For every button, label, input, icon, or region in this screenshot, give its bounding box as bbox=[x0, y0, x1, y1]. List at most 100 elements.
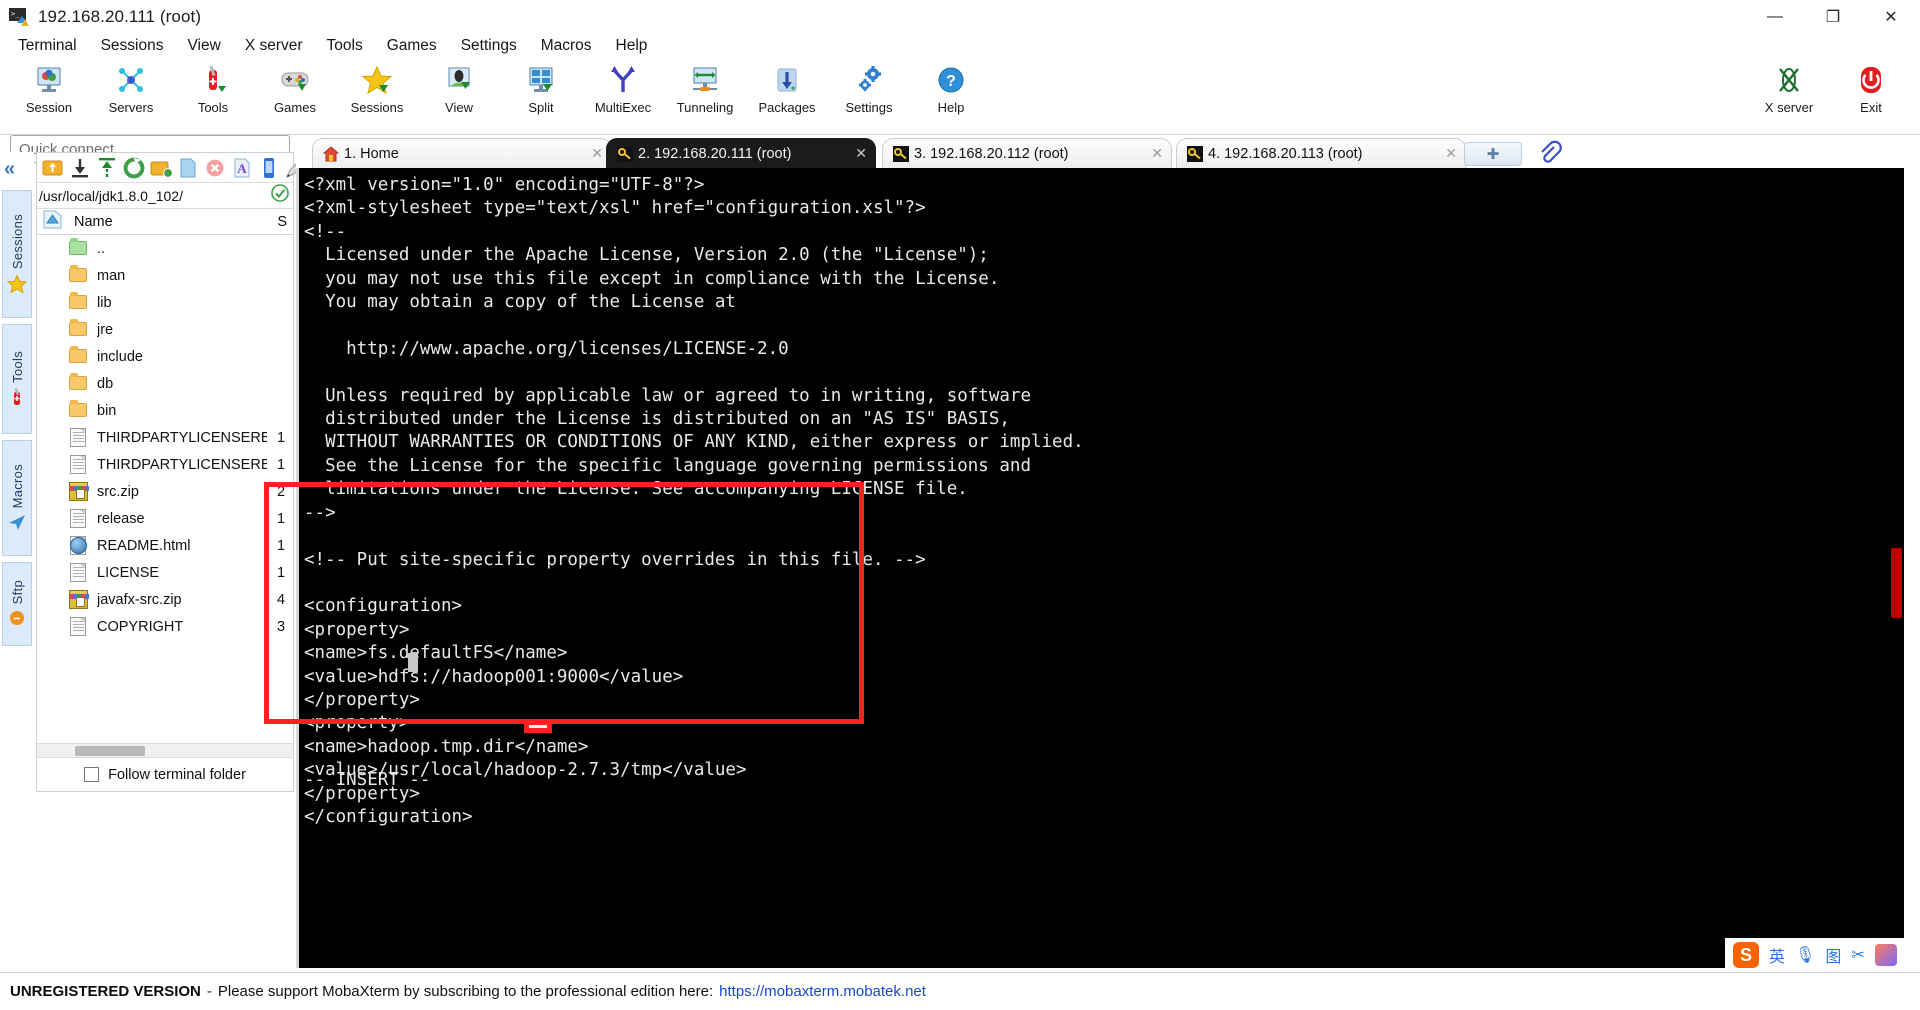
terminal-scrollbar-thumb[interactable] bbox=[1891, 548, 1902, 618]
paperclip-icon[interactable] bbox=[1536, 140, 1562, 166]
sftp-column-header[interactable]: Name S bbox=[37, 209, 293, 235]
follow-terminal-folder-label: Follow terminal folder bbox=[108, 766, 246, 783]
tab-1-home[interactable]: 1. Home ✕ bbox=[312, 138, 612, 168]
file-size: 4 bbox=[277, 591, 286, 608]
list-item[interactable]: LICENSE 1 bbox=[37, 559, 293, 586]
rail-tab-macros-label: Macros bbox=[9, 463, 25, 509]
rail-tab-tools[interactable]: Tools bbox=[2, 324, 32, 434]
file-name: README.html bbox=[97, 537, 191, 554]
toolbar-games-button[interactable]: Games bbox=[254, 58, 336, 115]
toolbar-tools-button[interactable]: Tools bbox=[172, 58, 254, 115]
list-item[interactable]: man bbox=[37, 262, 293, 289]
toolbar-tools-label: Tools bbox=[197, 100, 229, 115]
toolbar-settings-button[interactable]: Settings bbox=[828, 58, 910, 115]
list-item[interactable]: src.zip 2 bbox=[37, 478, 293, 505]
list-item[interactable]: README.html 1 bbox=[37, 532, 293, 559]
minimize-button[interactable]: — bbox=[1746, 0, 1804, 33]
toolbar-session-button[interactable]: Session bbox=[8, 58, 90, 115]
list-item[interactable]: .. bbox=[37, 235, 293, 262]
toolbar-exit-label: Exit bbox=[1860, 100, 1882, 115]
tab-3-192-168-20-112[interactable]: 3. 192.168.20.112 (root) ✕ bbox=[882, 138, 1172, 168]
toolbar-sessions-button[interactable]: Sessions bbox=[336, 58, 418, 115]
tab-2-192-168-20-111[interactable]: 2. 192.168.20.111 (root) ✕ bbox=[606, 138, 876, 168]
mobile-icon[interactable] bbox=[257, 156, 281, 180]
tab-2-label: 2. 192.168.20.111 (root) bbox=[638, 145, 792, 162]
list-item[interactable]: include bbox=[37, 343, 293, 370]
close-button[interactable]: ✕ bbox=[1862, 0, 1920, 33]
tab-4-close-icon[interactable]: ✕ bbox=[1445, 145, 1457, 162]
tab-1-close-icon[interactable]: ✕ bbox=[591, 145, 603, 162]
list-item[interactable]: THIRDPARTYLICENSEREAD... 1 bbox=[37, 424, 293, 451]
follow-terminal-folder-checkbox[interactable] bbox=[84, 767, 100, 782]
menu-sessions[interactable]: Sessions bbox=[89, 35, 176, 57]
list-item[interactable]: javafx-src.zip 4 bbox=[37, 586, 293, 613]
tab-2-close-icon[interactable]: ✕ bbox=[855, 145, 867, 162]
list-item[interactable]: db bbox=[37, 370, 293, 397]
toolbar-xserver-button[interactable]: X server bbox=[1748, 58, 1830, 115]
menu-view[interactable]: View bbox=[175, 35, 232, 57]
file-size: 1 bbox=[277, 537, 286, 554]
tab-3-close-icon[interactable]: ✕ bbox=[1151, 145, 1163, 162]
ime-language-english[interactable]: 英 bbox=[1769, 943, 1785, 967]
footer-link[interactable]: https://mobaxterm.mobatek.net bbox=[719, 983, 926, 1000]
menu-help[interactable]: Help bbox=[604, 35, 660, 57]
ime-apps-grid-icon[interactable] bbox=[1874, 944, 1897, 966]
rail-tab-sftp[interactable]: Sftp bbox=[2, 562, 32, 646]
list-item[interactable]: THIRDPARTYLICENSEREAD... 1 bbox=[37, 451, 293, 478]
upload-arrow-icon[interactable] bbox=[95, 156, 119, 180]
sftp-horizontal-scrollbar[interactable] bbox=[37, 743, 293, 757]
menu-xserver[interactable]: X server bbox=[233, 35, 315, 57]
rail-tab-sessions[interactable]: Sessions bbox=[2, 190, 32, 318]
folder-up-icon[interactable] bbox=[41, 156, 65, 180]
toolbar-multiexec-button[interactable]: MultiExec bbox=[582, 58, 664, 115]
new-file-icon[interactable] bbox=[176, 156, 200, 180]
double-chevron-left-icon[interactable]: « bbox=[4, 158, 15, 181]
terminal-scrollbar[interactable] bbox=[1888, 168, 1904, 968]
menu-games[interactable]: Games bbox=[375, 35, 449, 57]
toolbar-servers-button[interactable]: Servers bbox=[90, 58, 172, 115]
new-folder-icon[interactable] bbox=[149, 156, 173, 180]
ime-handwriting-icon[interactable]: 图 bbox=[1825, 943, 1841, 967]
scrollbar-thumb[interactable] bbox=[75, 746, 145, 756]
unregistered-version-label: UNREGISTERED VERSION bbox=[10, 983, 201, 1000]
ime-microphone-icon[interactable]: 🎙 bbox=[1795, 945, 1815, 965]
sftp-file-list[interactable]: .. man lib jre include db bin THIRDPARTY… bbox=[37, 235, 293, 731]
ssh-key-icon bbox=[617, 145, 633, 162]
tab-4-192-168-20-113[interactable]: 4. 192.168.20.113 (root) ✕ bbox=[1176, 138, 1466, 168]
sessions-star-icon bbox=[361, 64, 393, 96]
refresh-circle-icon[interactable] bbox=[122, 156, 146, 180]
rail-tab-macros[interactable]: Macros bbox=[2, 440, 32, 556]
download-arrow-icon[interactable] bbox=[68, 156, 92, 180]
toolbar-split-button[interactable]: Split bbox=[500, 58, 582, 115]
folder-icon bbox=[69, 265, 88, 286]
list-item[interactable]: lib bbox=[37, 289, 293, 316]
toolbar-view-button[interactable]: View bbox=[418, 58, 500, 115]
menu-bar: Terminal Sessions View X server Tools Ga… bbox=[0, 33, 1920, 58]
packages-icon bbox=[771, 64, 803, 96]
sftp-path-row[interactable]: /usr/local/jdk1.8.0_102/ bbox=[37, 183, 293, 209]
list-item[interactable]: COPYRIGHT 3 bbox=[37, 613, 293, 640]
list-item[interactable]: release 1 bbox=[37, 505, 293, 532]
toolbar-help-button[interactable]: ? Help bbox=[910, 58, 992, 115]
sogou-ime-logo[interactable]: S bbox=[1733, 942, 1759, 968]
ime-screenshot-scissors-icon[interactable]: ✂ bbox=[1851, 945, 1864, 965]
delete-x-icon[interactable] bbox=[203, 156, 227, 180]
zip-archive-icon bbox=[69, 481, 89, 502]
maximize-button[interactable]: ❐ bbox=[1804, 0, 1862, 33]
menu-settings[interactable]: Settings bbox=[449, 35, 529, 57]
menu-terminal[interactable]: Terminal bbox=[6, 35, 89, 57]
menu-macros[interactable]: Macros bbox=[529, 35, 604, 57]
file-name: bin bbox=[97, 402, 117, 419]
terminal-pane[interactable]: <?xml version="1.0" encoding="UTF-8"?> <… bbox=[296, 168, 1904, 968]
follow-terminal-folder-row[interactable]: Follow terminal folder bbox=[37, 757, 293, 791]
new-tab-button[interactable]: ✚ bbox=[1464, 142, 1522, 166]
toolbar-tunneling-button[interactable]: Tunneling bbox=[664, 58, 746, 115]
list-item[interactable]: bin bbox=[37, 397, 293, 424]
menu-tools[interactable]: Tools bbox=[315, 35, 375, 57]
toolbar-exit-button[interactable]: Exit bbox=[1830, 58, 1912, 115]
font-a-icon[interactable]: A bbox=[230, 156, 254, 180]
multiexec-icon bbox=[607, 64, 639, 96]
list-item[interactable]: jre bbox=[37, 316, 293, 343]
toolbar-packages-button[interactable]: Packages bbox=[746, 58, 828, 115]
file-name: THIRDPARTYLICENSEREAD... bbox=[97, 456, 267, 473]
